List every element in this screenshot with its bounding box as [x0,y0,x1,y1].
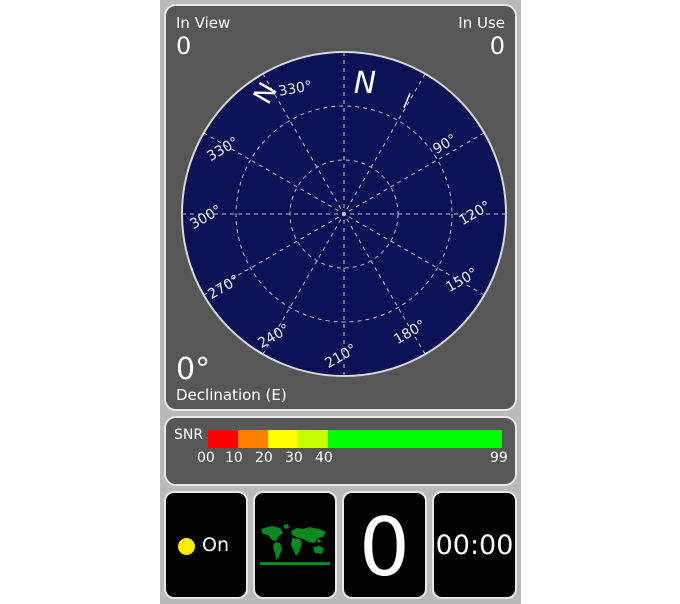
gps-status-app: In View 0 In Use 0 N N \ 330° 90° 330° 1… [160,0,521,604]
sky-plot-center [342,212,346,216]
gps-toggle-tile[interactable]: On [164,491,248,599]
north-label: N [354,66,376,101]
sky-view-panel: In View 0 In Use 0 N N \ 330° 90° 330° 1… [164,4,517,411]
snr-tick-40: 40 [315,450,333,466]
world-map-tile[interactable] [253,491,337,599]
status-indicator-icon [178,538,195,555]
gps-status-label: On [202,534,229,556]
snr-tick-30: 30 [285,450,303,466]
snr-tick-20: 20 [255,450,273,466]
snr-color-scale [208,430,502,448]
snr-panel: SNR 00 10 20 30 40 99 [164,416,517,486]
snr-segment-lime [297,430,328,448]
timer-tile[interactable]: 00:00 [432,491,517,599]
snr-segment-green [327,430,502,448]
snr-label: SNR [174,427,204,443]
snr-segment-red [208,430,238,448]
snr-tick-99: 99 [490,450,508,466]
sky-plot[interactable]: N N \ 330° 90° 330° 120° 300° 150° 270° … [179,49,509,379]
timer-value: 00:00 [435,530,514,561]
world-map-icon [260,524,330,565]
snr-segment-orange [237,430,268,448]
satellite-count-tile[interactable]: 0 [342,491,427,599]
snr-tick-labels: 00 10 20 30 40 99 [166,450,519,468]
declination-value: 0° [176,352,211,387]
in-use-label: In Use [458,14,505,32]
in-view-label: In View [176,14,231,32]
snr-tick-00: 00 [197,450,215,466]
satellite-count-value: 0 [359,501,410,594]
snr-tick-10: 10 [225,450,243,466]
declination-label: Declination (E) [176,386,287,404]
snr-segment-yellow [267,430,298,448]
